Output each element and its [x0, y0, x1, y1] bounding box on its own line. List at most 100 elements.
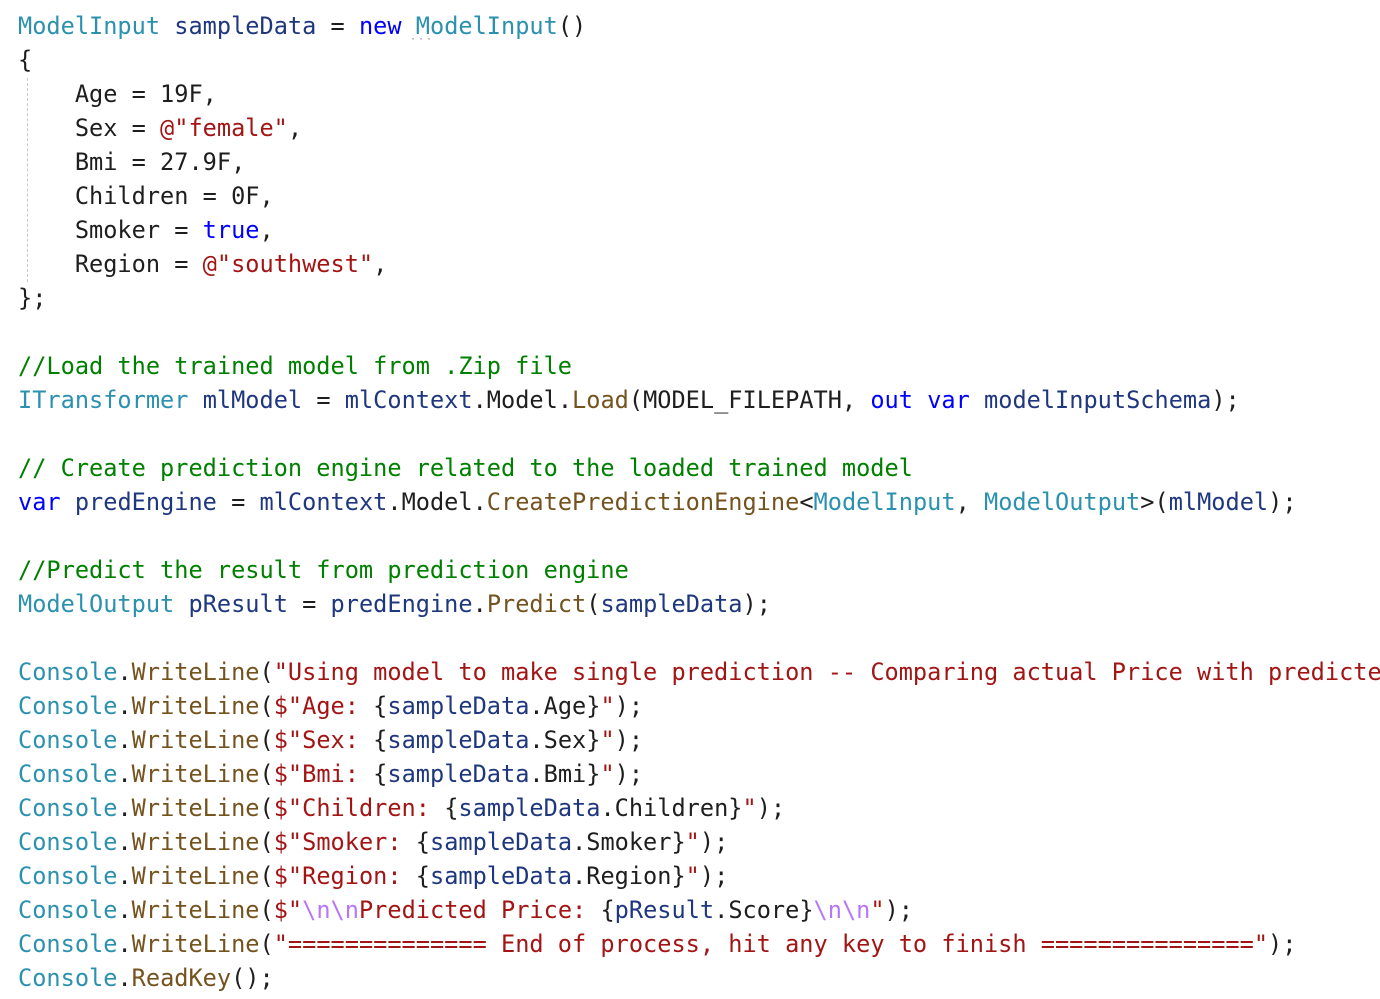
code-token-plain: .: [117, 828, 132, 856]
code-token-id: sampleData: [429, 828, 573, 856]
code-line[interactable]: Console.WriteLine("============== End of…: [18, 927, 1296, 961]
code-token-plain: ,: [955, 488, 984, 516]
code-line[interactable]: Sex = @"female",: [18, 111, 302, 145]
code-token-method: WriteLine: [131, 760, 260, 788]
code-token-plain: );: [742, 590, 771, 618]
code-line[interactable]: Console.ReadKey();: [18, 961, 274, 995]
code-token-id: modelInputSchema: [984, 386, 1212, 414]
code-line[interactable]: Console.WriteLine($"Children: {sampleDat…: [18, 791, 785, 825]
code-token-plain: .Age}: [529, 692, 601, 720]
code-token-plain: {: [600, 896, 615, 924]
code-token-plain: {: [415, 862, 430, 890]
code-line[interactable]: ITransformer mlModel = mlContext.Model.L…: [18, 383, 1240, 417]
code-token-str: "============== End of process, hit any …: [273, 930, 1269, 958]
code-token-plain: =: [287, 590, 331, 618]
code-token-str: $"Region:: [273, 862, 416, 890]
code-line[interactable]: Smoker = true,: [18, 213, 274, 247]
code-token-plain: Sex =: [18, 114, 161, 142]
code-token-plain: (: [259, 828, 274, 856]
code-token-plain: (MODEL_FILEPATH,: [628, 386, 871, 414]
code-token-plain: (: [259, 726, 274, 754]
code-line[interactable]: {: [18, 43, 32, 77]
code-token-id: pResult: [614, 896, 715, 924]
code-token-str: $"Sex:: [273, 726, 374, 754]
code-token-str: $"Age:: [273, 692, 374, 720]
code-line[interactable]: Console.WriteLine($"Bmi: {sampleData.Bmi…: [18, 757, 643, 791]
code-line[interactable]: };: [18, 281, 46, 315]
code-token-plain: .: [117, 896, 132, 924]
code-token-type: Console: [18, 692, 118, 720]
code-token-plain: (: [259, 794, 274, 822]
code-token-plain: =: [316, 12, 359, 40]
code-token-str: ": [600, 726, 615, 754]
code-token-plain: );: [699, 828, 729, 856]
code-token-plain: (: [259, 692, 274, 720]
code-line[interactable]: Console.WriteLine($"Smoker: {sampleData.…: [18, 825, 728, 859]
code-token-str: @"female": [160, 114, 288, 142]
code-token-plain: ();: [231, 964, 274, 992]
code-token-id: sampleData: [387, 692, 530, 720]
code-token-plain: =: [302, 386, 345, 414]
code-line[interactable]: Region = @"southwest",: [18, 247, 388, 281]
code-line[interactable]: Console.WriteLine($"Sex: {sampleData.Sex…: [18, 723, 643, 757]
code-token-plain: .Region}: [572, 862, 686, 890]
code-token-plain: .Model.: [472, 386, 573, 414]
code-token-type: ModelOutput: [984, 488, 1141, 516]
code-token-plain: );: [614, 692, 644, 720]
code-token-id: sampleData: [387, 760, 530, 788]
code-token-plain: );: [614, 760, 644, 788]
code-line[interactable]: Console.WriteLine($"\n\nPredicted Price:…: [18, 893, 913, 927]
code-token-plain: Smoker =: [18, 216, 203, 244]
code-token-id: mlContext: [344, 386, 473, 414]
code-token-method: WriteLine: [131, 794, 260, 822]
code-line[interactable]: ModelOutput pResult = predEngine.Predict…: [18, 587, 771, 621]
code-token-plain: );: [1268, 488, 1297, 516]
code-token-method: WriteLine: [131, 828, 260, 856]
code-token-method: Predict: [486, 590, 587, 618]
code-token-plain: Region =: [18, 250, 203, 278]
code-token-id: sampleData: [174, 12, 317, 40]
code-line[interactable]: Console.WriteLine($"Region: {sampleData.…: [18, 859, 728, 893]
code-token-method: ReadKey: [131, 964, 232, 992]
code-token-type: Console: [18, 760, 118, 788]
code-token-plain: );: [614, 726, 644, 754]
code-token-plain: (: [259, 760, 274, 788]
code-token-str: Predicted Price:: [358, 896, 601, 924]
code-token-type: ITransformer: [18, 386, 189, 414]
code-token-type: ModelInput: [18, 12, 161, 40]
code-line[interactable]: // Create prediction engine related to t…: [18, 451, 913, 485]
code-token-plain: };: [18, 284, 47, 312]
code-line[interactable]: ModelInput sampleData = new ModelInput(): [18, 9, 586, 43]
code-token-kw: new: [358, 12, 402, 40]
code-token-plain: .: [117, 760, 132, 788]
code-line[interactable]: Children = 0F,: [18, 179, 274, 213]
code-token-method: CreatePredictionEngine: [486, 488, 800, 516]
code-token-kw: var: [18, 488, 61, 516]
code-token-plain: <: [799, 488, 814, 516]
code-token-str: $"Children:: [273, 794, 445, 822]
code-line[interactable]: //Load the trained model from .Zip file: [18, 349, 572, 383]
code-token-plain: Age = 19F,: [18, 80, 217, 108]
code-line[interactable]: //Predict the result from prediction eng…: [18, 553, 629, 587]
code-token-type: ModelInput: [813, 488, 956, 516]
code-line[interactable]: Console.WriteLine("Using model to make s…: [18, 655, 1380, 689]
code-line[interactable]: Console.WriteLine($"Age: {sampleData.Age…: [18, 689, 643, 723]
code-token-plain: {: [373, 760, 388, 788]
code-token-method: WriteLine: [131, 896, 260, 924]
code-line[interactable]: Age = 19F,: [18, 77, 217, 111]
code-token-plain: .Score}: [714, 896, 814, 924]
code-token-esc: \n\n: [302, 896, 359, 924]
code-token-plain: .Smoker}: [572, 828, 686, 856]
code-token-id: sampleData: [387, 726, 530, 754]
code-token-plain: (: [259, 930, 274, 958]
code-line[interactable]: var predEngine = mlContext.Model.CreateP…: [18, 485, 1297, 519]
code-token-kw: true: [202, 216, 260, 244]
code-token-id: sampleData: [458, 794, 601, 822]
code-token-plain: );: [884, 896, 914, 924]
code-token-plain: (: [259, 896, 274, 924]
code-editor[interactable]: ··· ModelInput sampleData = new ModelInp…: [0, 0, 1380, 999]
code-line[interactable]: Bmi = 27.9F,: [18, 145, 245, 179]
code-token-id: mlModel: [202, 386, 303, 414]
